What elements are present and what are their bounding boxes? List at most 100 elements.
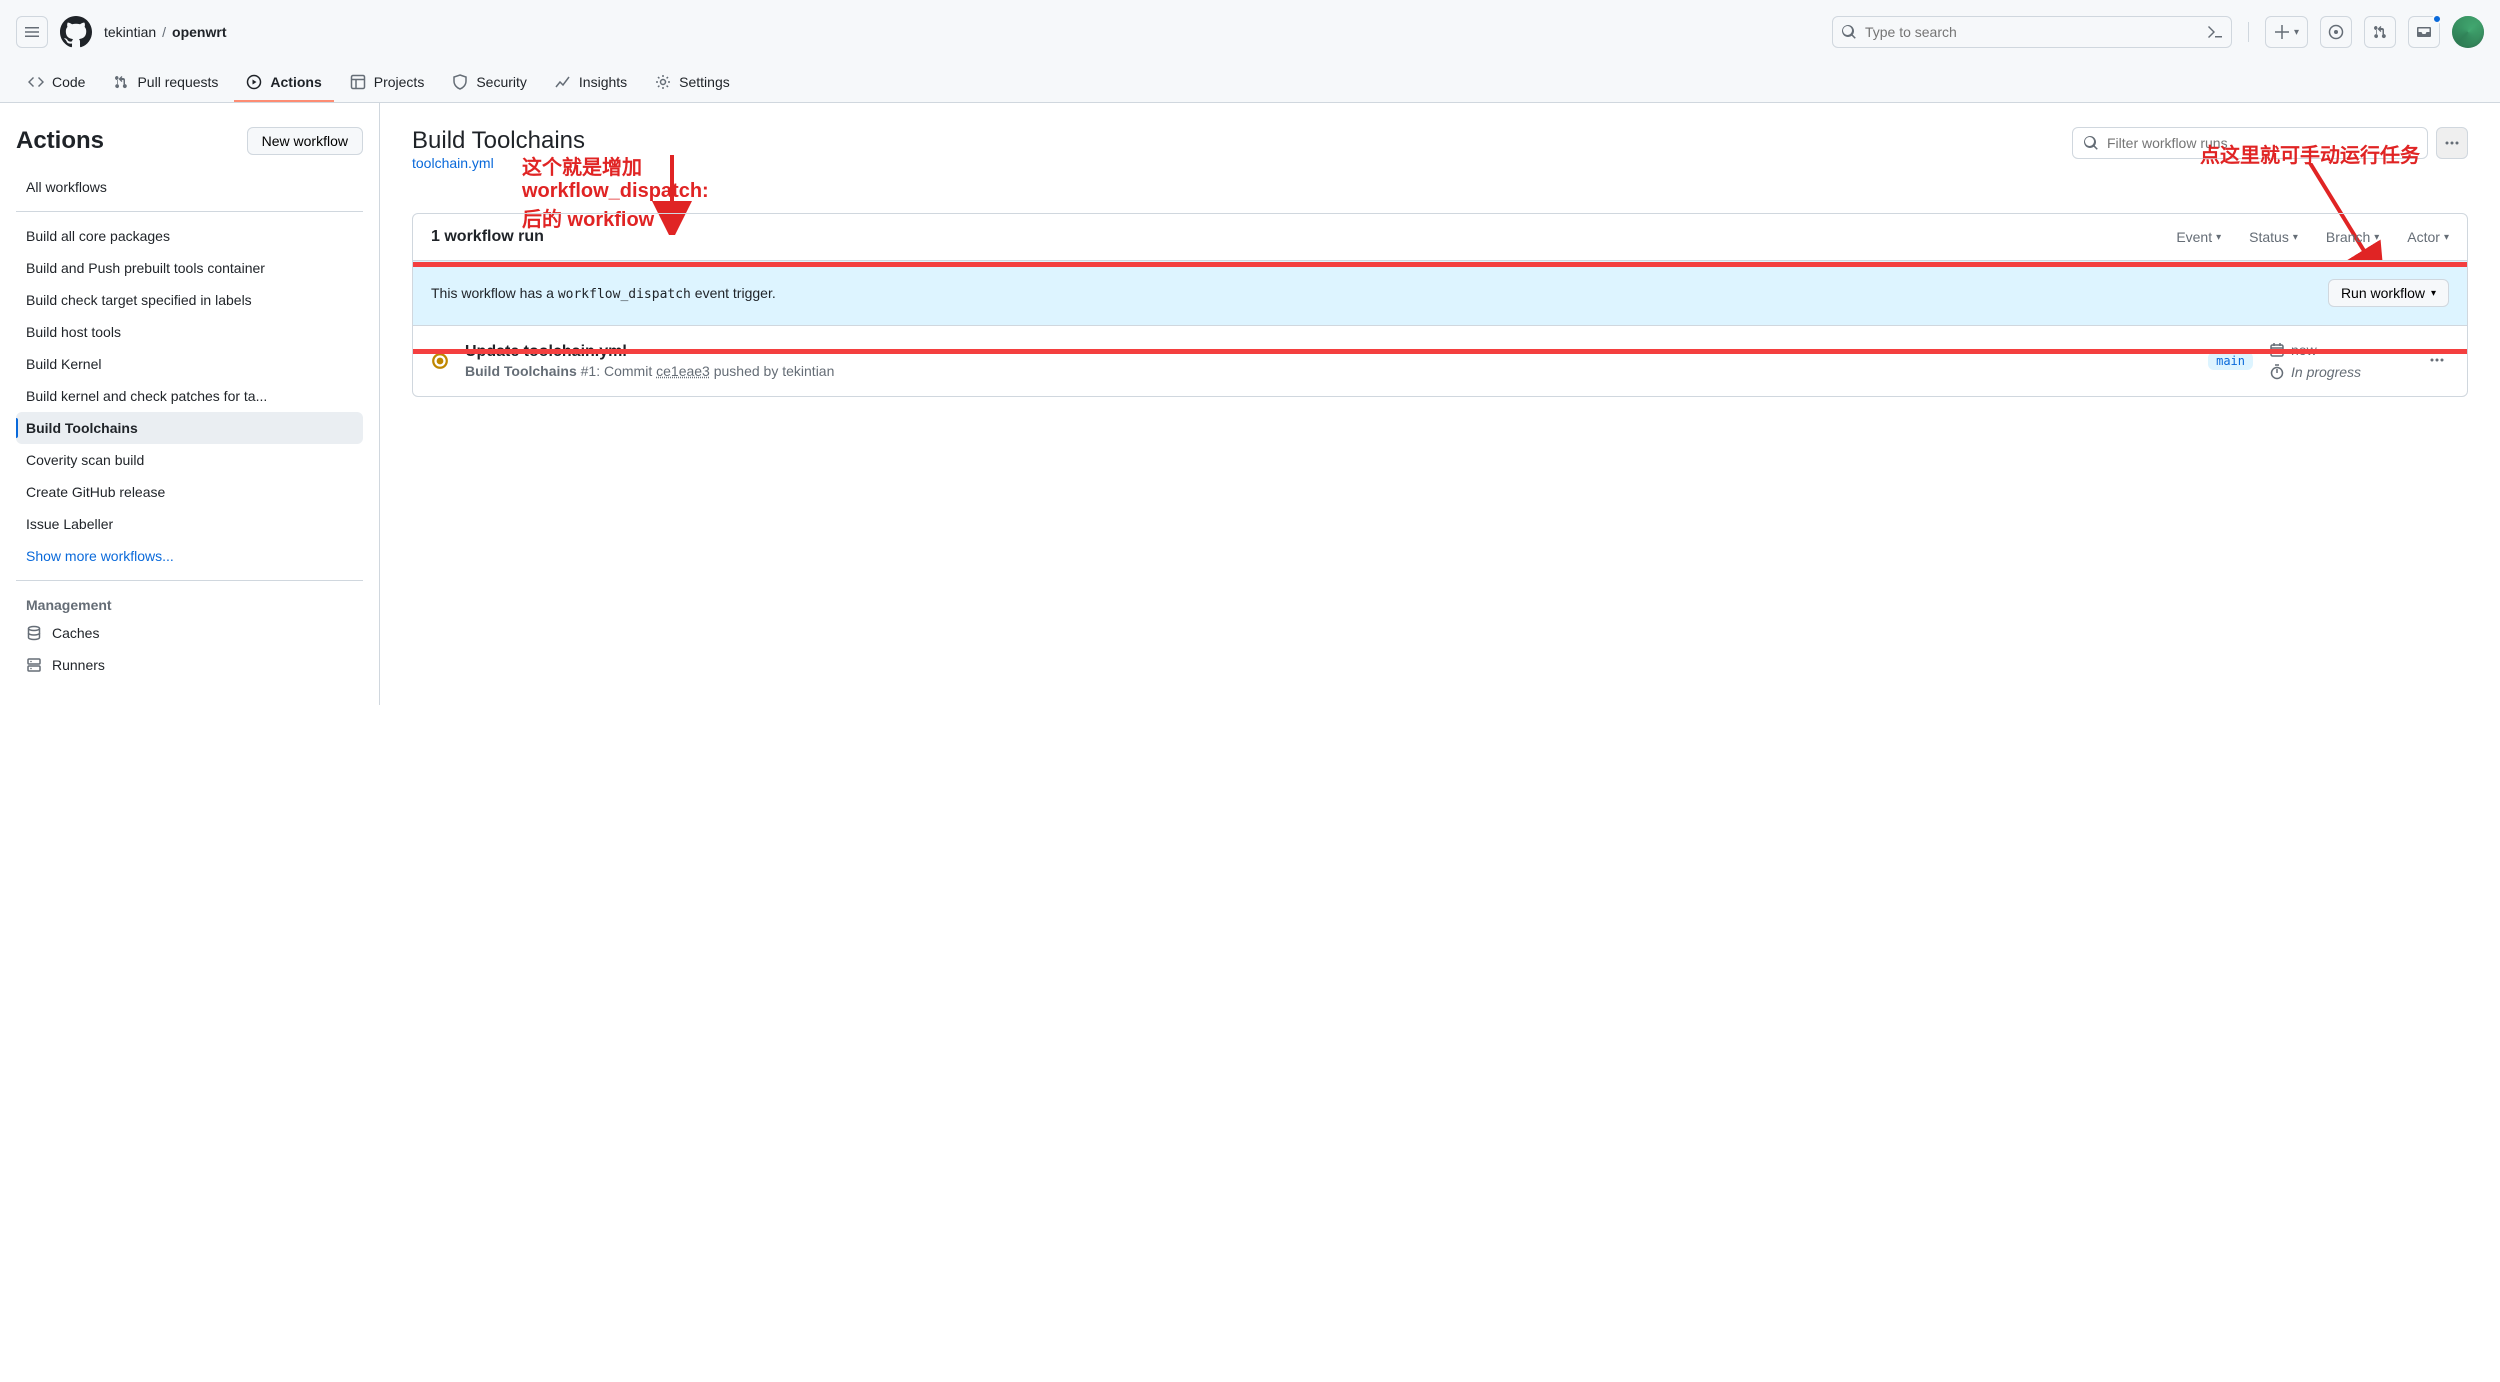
sidebar-item-workflow[interactable]: Build all core packages [16, 220, 363, 252]
dispatch-code: workflow_dispatch [558, 287, 691, 302]
sidebar-item-workflow[interactable]: Build check target specified in labels [16, 284, 363, 316]
tab-projects[interactable]: Projects [338, 64, 437, 102]
sidebar-item-workflow[interactable]: Issue Labeller [16, 508, 363, 540]
breadcrumb-repo[interactable]: openwrt [172, 24, 226, 40]
create-new-button[interactable]: ▾ [2265, 16, 2308, 48]
tab-insights[interactable]: Insights [543, 64, 639, 102]
server-icon [26, 657, 42, 673]
caret-down-icon: ▾ [2294, 27, 2299, 38]
tab-projects-label: Projects [374, 74, 425, 90]
tab-insights-label: Insights [579, 74, 627, 90]
app-header: tekintian / openwrt ▾ [0, 0, 2500, 64]
search-input[interactable] [1865, 24, 2199, 40]
filter-runs-input[interactable] [2107, 135, 2417, 151]
avatar[interactable] [2452, 16, 2484, 48]
repo-nav: Code Pull requests Actions Projects Secu… [0, 64, 2500, 103]
caret-down-icon: ▾ [2216, 232, 2221, 243]
run-row: Update toolchain.yml Build Toolchains #1… [413, 325, 2467, 396]
sidebar-item-all-workflows[interactable]: All workflows [16, 171, 363, 203]
global-search[interactable] [1832, 16, 2232, 48]
runs-box: 1 workflow run Event▾ Status▾ Branch▾ Ac… [412, 213, 2468, 397]
play-icon [246, 74, 262, 90]
record-icon [2328, 24, 2344, 40]
filter-wrap [2072, 127, 2468, 159]
menu-icon [24, 24, 40, 40]
workflow-dispatch-banner: This workflow has a workflow_dispatch ev… [413, 260, 2467, 325]
filter-event[interactable]: Event▾ [2176, 229, 2221, 245]
tab-pull-requests[interactable]: Pull requests [101, 64, 230, 102]
caret-down-icon: ▾ [2444, 232, 2449, 243]
filter-actor[interactable]: Actor▾ [2407, 229, 2449, 245]
sidebar-item-workflow[interactable]: Build kernel and check patches for ta... [16, 380, 363, 412]
pull-requests-button[interactable] [2364, 16, 2396, 48]
plus-icon [2274, 24, 2290, 40]
workflow-file-link[interactable]: toolchain.yml [412, 155, 494, 171]
sidebar-item-workflow[interactable]: Build Kernel [16, 348, 363, 380]
stopwatch-icon [2269, 364, 2285, 380]
search-icon [1841, 24, 1857, 40]
inbox-icon [2416, 24, 2432, 40]
runs-count: 1 workflow run [431, 228, 544, 246]
tab-code[interactable]: Code [16, 64, 97, 102]
kebab-icon [2444, 135, 2460, 151]
sidebar-item-caches[interactable]: Caches [16, 617, 363, 649]
git-pull-request-icon [113, 74, 129, 90]
project-icon [350, 74, 366, 90]
tab-settings[interactable]: Settings [643, 64, 742, 102]
divider [2248, 22, 2249, 42]
graph-icon [555, 74, 571, 90]
in-progress-icon [431, 352, 449, 370]
github-logo[interactable] [60, 16, 92, 48]
run-filters: Event▾ Status▾ Branch▾ Actor▾ [2176, 229, 2449, 245]
notification-dot [2432, 14, 2442, 24]
workflow-list: All workflows Build all core packagesBui… [16, 171, 363, 681]
issues-button[interactable] [2320, 16, 2352, 48]
divider [16, 580, 363, 581]
breadcrumb-separator: / [162, 24, 166, 40]
tab-actions[interactable]: Actions [234, 64, 333, 102]
sidebar-item-workflow[interactable]: Build and Push prebuilt tools container [16, 252, 363, 284]
sidebar: Actions New workflow All workflows Build… [0, 103, 380, 705]
breadcrumb-owner[interactable]: tekintian [104, 24, 156, 40]
command-palette-icon [2207, 24, 2223, 40]
workflow-menu-button[interactable] [2436, 127, 2468, 159]
tab-settings-label: Settings [679, 74, 730, 90]
tab-security-label: Security [476, 74, 527, 90]
run-time: now [2269, 342, 2409, 358]
filter-runs[interactable] [2072, 127, 2428, 159]
tab-code-label: Code [52, 74, 85, 90]
sidebar-header: Actions New workflow [16, 127, 363, 155]
workflow-title: Build Toolchains [412, 127, 585, 155]
sidebar-item-workflow[interactable]: Build Toolchains [16, 412, 363, 444]
breadcrumb: tekintian / openwrt [104, 24, 227, 40]
tab-actions-label: Actions [270, 74, 321, 90]
run-main: Update toolchain.yml Build Toolchains #1… [465, 343, 2192, 379]
new-workflow-button[interactable]: New workflow [247, 127, 363, 155]
search-icon [2083, 135, 2099, 151]
run-menu-button[interactable] [2425, 348, 2449, 375]
run-title[interactable]: Update toolchain.yml [465, 343, 627, 360]
hamburger-button[interactable] [16, 16, 48, 48]
filter-branch[interactable]: Branch▾ [2326, 229, 2379, 245]
filter-status[interactable]: Status▾ [2249, 229, 2298, 245]
caret-down-icon: ▾ [2293, 232, 2298, 243]
sidebar-title: Actions [16, 127, 104, 155]
commit-link[interactable]: ce1eae3 [656, 363, 710, 379]
code-icon [28, 74, 44, 90]
management-label: Management [16, 589, 363, 617]
main-header: Build Toolchains toolchain.yml 这个就是增加 wo… [412, 127, 2468, 171]
divider [16, 211, 363, 212]
sidebar-item-runners[interactable]: Runners [16, 649, 363, 681]
show-more-workflows[interactable]: Show more workflows... [16, 540, 363, 572]
run-workflow-button[interactable]: Run workflow ▾ [2328, 279, 2449, 307]
run-duration: In progress [2269, 364, 2409, 380]
branch-pill[interactable]: main [2208, 352, 2253, 370]
title-block: Build Toolchains toolchain.yml 这个就是增加 wo… [412, 127, 585, 171]
tab-security[interactable]: Security [440, 64, 539, 102]
dispatch-message: This workflow has a workflow_dispatch ev… [431, 285, 776, 302]
caret-down-icon: ▾ [2431, 288, 2436, 299]
sidebar-item-workflow[interactable]: Build host tools [16, 316, 363, 348]
sidebar-item-workflow[interactable]: Create GitHub release [16, 476, 363, 508]
sidebar-item-workflow[interactable]: Coverity scan build [16, 444, 363, 476]
shield-icon [452, 74, 468, 90]
